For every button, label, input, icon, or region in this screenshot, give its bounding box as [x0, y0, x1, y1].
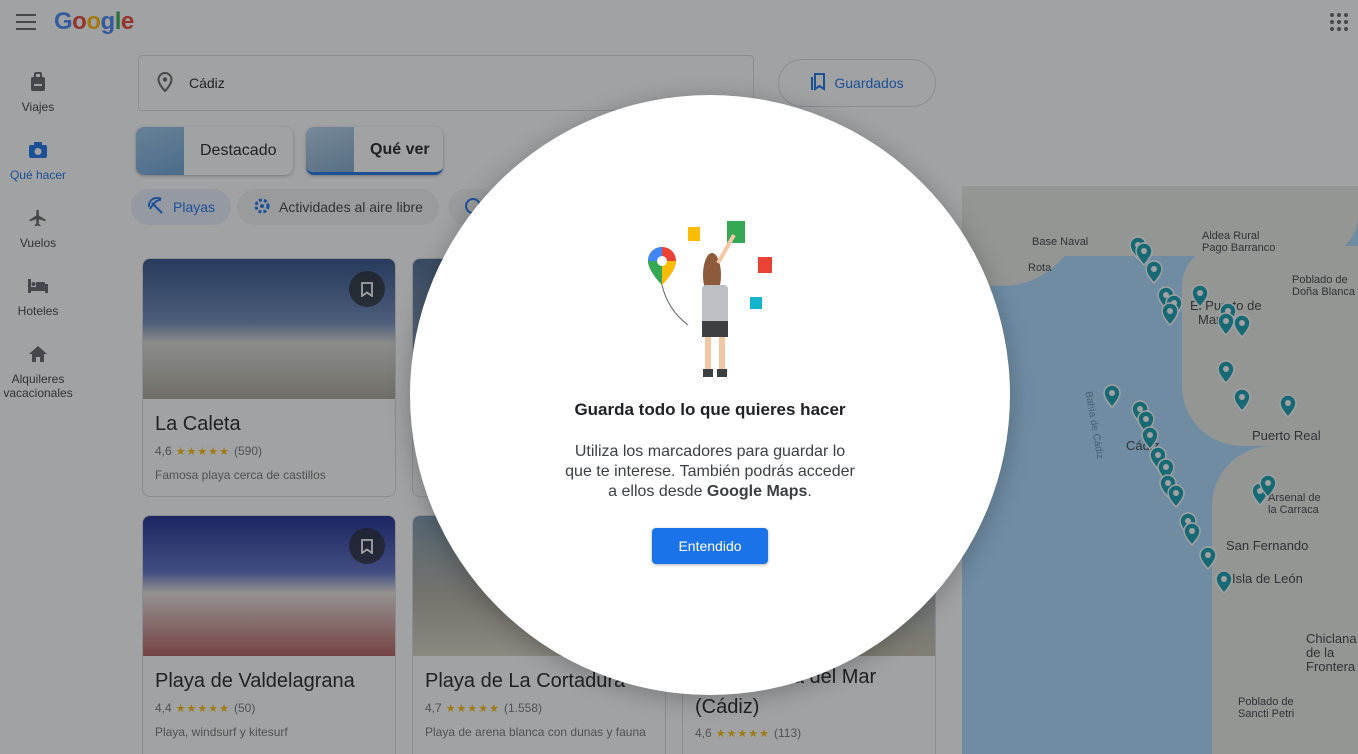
dialog-body-bold: Google Maps: [706, 483, 808, 500]
dialog-body: Utiliza los marcadores para guardar lo q…: [560, 442, 860, 502]
dialog-body-end: .: [807, 483, 812, 500]
dialog-title: Guarda todo lo que quieres hacer: [574, 400, 846, 419]
onboarding-dialog: [410, 95, 1010, 695]
onboarding-illustration: [648, 221, 772, 377]
got-it-button[interactable]: Entendido: [652, 528, 768, 564]
